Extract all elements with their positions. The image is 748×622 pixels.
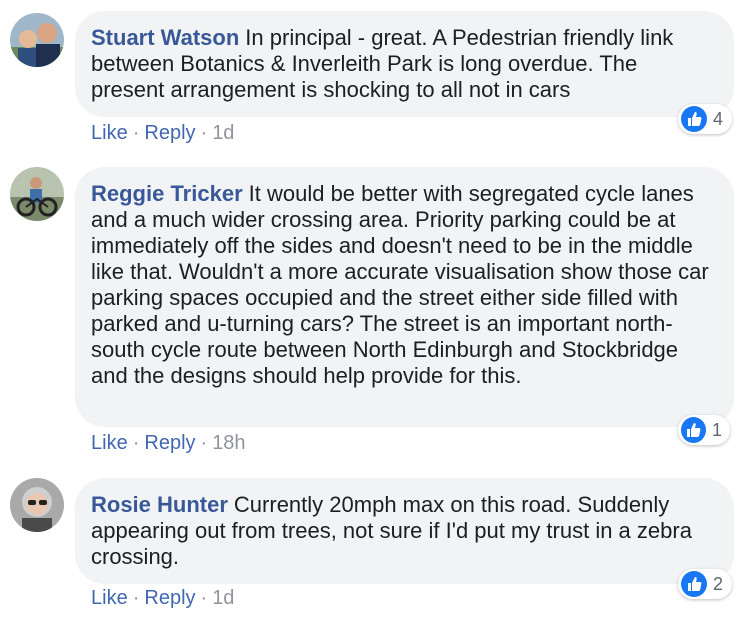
reaction-count: 4 xyxy=(713,108,724,129)
reaction-count: 2 xyxy=(713,573,724,594)
separator: · xyxy=(200,587,208,609)
comment-actions: Like · Reply · 1d xyxy=(91,586,234,610)
comment-bubble: Stuart Watson In principal - great. A Ped… xyxy=(75,11,734,117)
comment-body: Reggie Tricker It would be better with se… xyxy=(91,181,716,389)
separator: · xyxy=(200,432,208,454)
comment-body: Rosie Hunter Currently 20mph max on this … xyxy=(91,492,716,570)
comment-text: It would be better with segregated cycle… xyxy=(91,181,709,388)
separator: · xyxy=(200,122,208,144)
reaction-summary[interactable]: 2 xyxy=(678,569,732,599)
like-link[interactable]: Like xyxy=(91,122,128,144)
reply-link[interactable]: Reply xyxy=(144,587,195,609)
avatar[interactable] xyxy=(10,13,64,67)
comment-bubble: Rosie Hunter Currently 20mph max on this … xyxy=(75,478,734,584)
separator: · xyxy=(132,122,140,144)
avatar[interactable] xyxy=(10,478,64,532)
comment-timestamp[interactable]: 18h xyxy=(212,432,245,454)
like-link[interactable]: Like xyxy=(91,587,128,609)
reaction-summary[interactable]: 1 xyxy=(678,415,730,445)
separator: · xyxy=(132,432,140,454)
like-link[interactable]: Like xyxy=(91,432,128,454)
reply-link[interactable]: Reply xyxy=(144,122,195,144)
comment-author[interactable]: Stuart Watson xyxy=(91,25,239,50)
comment-author[interactable]: Rosie Hunter xyxy=(91,492,228,517)
comment-actions: Like · Reply · 18h xyxy=(91,431,246,455)
comment-timestamp[interactable]: 1d xyxy=(212,587,234,609)
comment-actions: Like · Reply · 1d xyxy=(91,121,234,145)
reaction-count: 1 xyxy=(711,419,722,440)
like-reaction-icon xyxy=(681,106,707,132)
comment-timestamp[interactable]: 1d xyxy=(212,122,234,144)
like-reaction-icon xyxy=(681,571,707,597)
comment-bubble: Reggie Tricker It would be better with se… xyxy=(75,167,734,427)
reply-link[interactable]: Reply xyxy=(144,432,195,454)
comment-body: Stuart Watson In principal - great. A Ped… xyxy=(91,25,716,103)
avatar[interactable] xyxy=(10,167,64,221)
comment-author[interactable]: Reggie Tricker xyxy=(91,181,243,206)
like-reaction-icon xyxy=(681,417,706,443)
reaction-summary[interactable]: 4 xyxy=(678,104,732,134)
separator: · xyxy=(132,587,140,609)
